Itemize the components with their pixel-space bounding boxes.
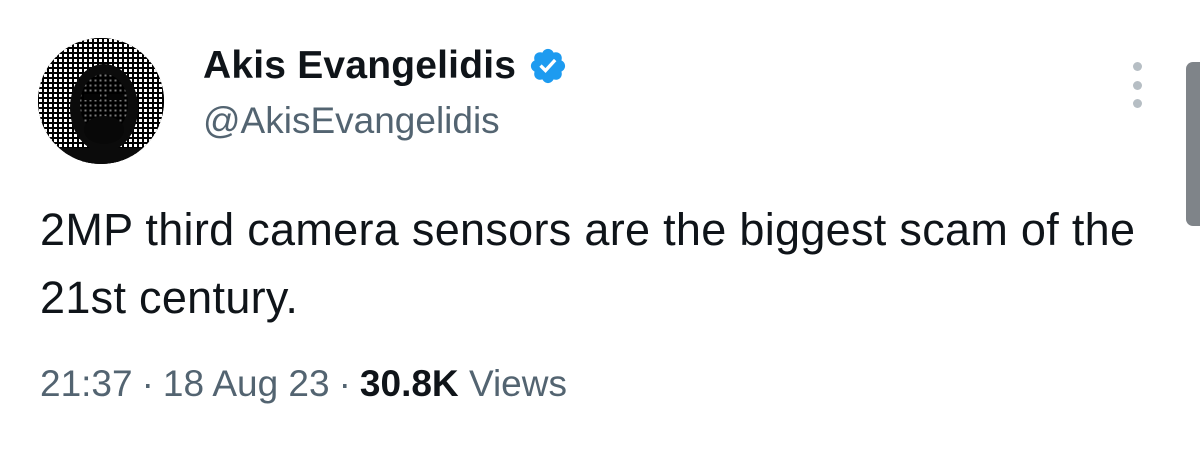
author-name-row: Akis Evangelidis	[203, 40, 568, 92]
more-vertical-icon-dot	[1132, 62, 1142, 71]
tweet-time[interactable]: 21:37	[40, 363, 133, 404]
avatar[interactable]	[38, 38, 164, 164]
scrollbar-thumb[interactable]	[1186, 62, 1200, 226]
tweet-text: 2MP third camera sensors are the biggest…	[40, 204, 1136, 323]
views-count[interactable]: 30.8K	[360, 363, 459, 404]
verified-badge-icon	[528, 46, 568, 86]
more-options-button[interactable]	[1120, 62, 1154, 108]
tweet-card: Akis Evangelidis @AkisEvangelidis 2MP th…	[0, 0, 1200, 450]
tweet-meta: 21:37 · 18 Aug 23 · 30.8K Views	[40, 358, 567, 410]
author-handle[interactable]: @AkisEvangelidis	[203, 96, 500, 146]
views-label: Views	[468, 363, 567, 404]
more-vertical-icon-dot	[1132, 99, 1142, 108]
meta-separator: ·	[141, 363, 154, 404]
author-display-name[interactable]: Akis Evangelidis	[203, 40, 516, 92]
avatar-image	[38, 38, 164, 164]
meta-separator: ·	[338, 363, 351, 404]
tweet-date[interactable]: 18 Aug 23	[163, 363, 330, 404]
more-vertical-icon-dot	[1132, 80, 1142, 90]
